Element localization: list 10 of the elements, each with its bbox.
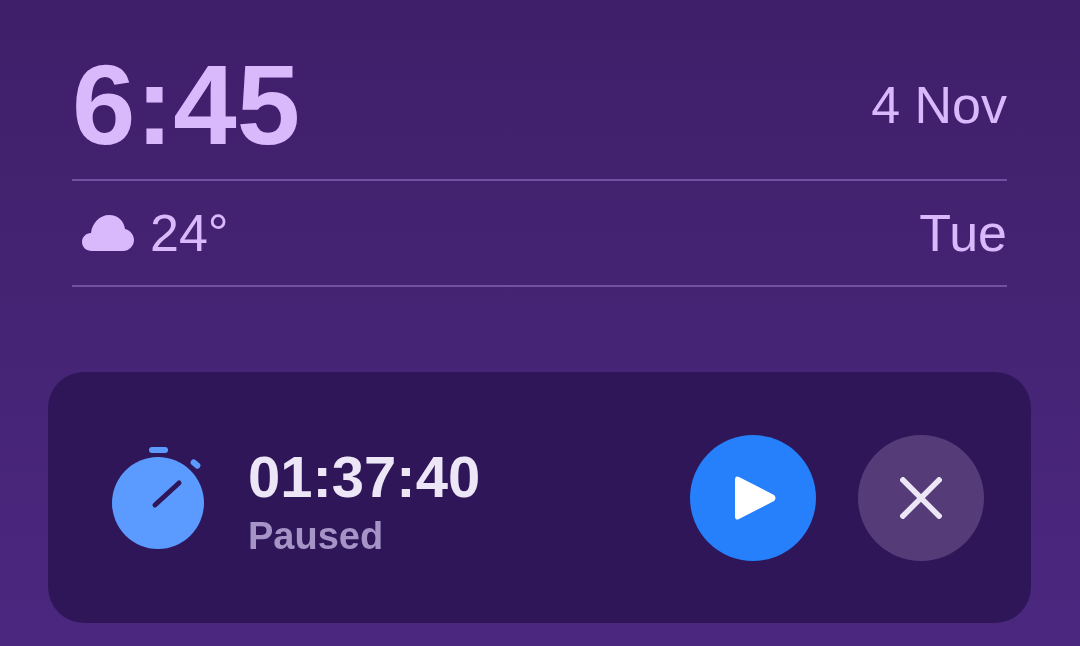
stopwatch-icon (112, 446, 205, 549)
close-icon (900, 476, 942, 519)
temperature-text: 24° (150, 207, 229, 259)
weekday-text: Tue (919, 207, 1007, 259)
date-text: 4 Nov (871, 79, 1007, 131)
timer-elapsed: 01:37:40 (248, 443, 481, 510)
clock-time: 6:45 (72, 48, 301, 162)
play-icon (735, 474, 777, 521)
cloud-icon (82, 215, 134, 251)
timer-status: Paused (248, 513, 385, 558)
